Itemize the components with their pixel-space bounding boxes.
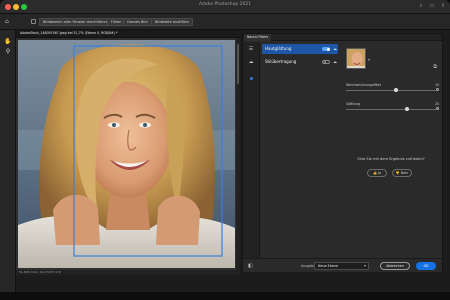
dialog-header: Neural Filters — [243, 34, 442, 41]
hand-icon[interactable]: ✋ — [4, 38, 12, 46]
feedback-no-label: Nein — [400, 171, 409, 175]
document-tab[interactable]: AdobeStock_148097467.jpeg bei 51,7% (Ebe… — [16, 30, 240, 38]
home-icon[interactable]: ⌂ — [5, 18, 13, 26]
compare-layers-icon[interactable]: ◧ — [248, 263, 254, 269]
thumbs-up-icon: 👍 — [373, 171, 378, 175]
document-tab-label: AdobeStock_148097467.jpeg bei 51,7% (Ebe… — [20, 31, 118, 35]
filter-label: Hautglättung — [265, 46, 292, 51]
all-windows-button[interactable]: Bildbereich aller Fenster durchführen — [39, 18, 112, 26]
title-bar: Adobe Photoshop 2021 ⌕ ▭ ⇪ — [0, 0, 450, 14]
filter-settings: ▾ ⧉ Weichzeichnungsfilter 15 Glättung 25… — [340, 42, 442, 266]
dialog-title: Neural Filters — [244, 34, 272, 41]
thumbnail-dropdown-icon[interactable]: ▾ — [368, 57, 370, 62]
feedback-no-button[interactable]: 👎 Nein — [392, 169, 412, 177]
right-iris — [143, 123, 147, 127]
workspace-icon[interactable]: ▭ — [429, 3, 435, 9]
neural-filters-dialog: Neural Filters ☰ ☁ Hautglättung ☁ Stilüb… — [242, 33, 443, 272]
tools-panel: ✋ ⚲ — [0, 30, 16, 292]
slider-knob[interactable] — [394, 88, 399, 92]
cloud-icon[interactable]: ☁ — [247, 58, 255, 66]
slider-value: 25 — [434, 102, 439, 106]
active-dot — [250, 77, 253, 80]
slider-track[interactable] — [346, 90, 436, 91]
share-icon[interactable]: ⇪ — [440, 3, 446, 9]
right-hand — [156, 195, 200, 245]
skin-smoothing-toggle[interactable] — [322, 47, 330, 51]
feedback-question: Sind Sie mit dem Ergebnis zufrieden? — [357, 157, 425, 161]
portrait-photo — [18, 40, 235, 268]
slider-knob[interactable] — [405, 107, 410, 111]
all-windows-checkbox[interactable] — [31, 19, 36, 24]
title-right-controls: ⌕ ▭ ⇪ — [418, 3, 446, 9]
output-preview-icon[interactable]: ⧉ — [433, 64, 437, 70]
output-select-value: Neue Ebene — [318, 264, 338, 268]
thumbs-down-icon: 👎 — [395, 171, 400, 175]
ok-button[interactable]: OK — [416, 262, 436, 270]
app-title: Adobe Photoshop 2021 — [198, 2, 252, 7]
left-iris — [112, 123, 116, 127]
feedback-yes-label: Ja — [378, 171, 381, 175]
chevron-down-icon: ▾ — [363, 263, 366, 268]
filter-item-skin-smoothing[interactable]: Hautglättung ☁ — [262, 44, 338, 54]
cancel-button[interactable]: Abbrechen — [380, 262, 410, 270]
scroll-thumb[interactable] — [237, 44, 239, 84]
slider-label: Weichzeichnungsfilter — [346, 83, 382, 87]
face-thumbnail-image — [347, 49, 365, 68]
slider-value: 15 — [434, 83, 439, 87]
slider-track[interactable] — [346, 109, 436, 110]
slider-end-marker — [436, 107, 439, 110]
filter-item-style-transfer[interactable]: Stilübertragung ☁ — [262, 57, 338, 67]
left-hand — [53, 194, 100, 245]
slider-label: Glättung — [346, 102, 360, 106]
filter-label: Stilübertragung — [265, 59, 297, 64]
cloud-icon: ☁ — [333, 46, 337, 51]
feedback-yes-button[interactable]: 👍 Ja — [367, 169, 387, 177]
status-text: 51,69% Dok: 19,0 M/37,9 M — [19, 270, 61, 274]
bottom-strip — [0, 292, 450, 300]
zoom-icon[interactable]: ⚲ — [4, 48, 12, 56]
whole-image-button[interactable]: Ganzes Bild — [123, 18, 152, 26]
slider-end-marker — [436, 88, 439, 91]
face-thumbnail[interactable] — [346, 48, 366, 69]
cloud-icon: ☁ — [333, 59, 337, 64]
canvas-vertical-scrollbar[interactable] — [236, 38, 240, 270]
photoshop-window: Adobe Photoshop 2021 ⌕ ▭ ⇪ ⌂ Bildbereich… — [0, 0, 450, 300]
canvas-area[interactable] — [16, 38, 240, 270]
output-select[interactable]: Neue Ebene ▾ — [314, 262, 369, 270]
fill-width-button[interactable]: Bildbreite ausfüllen — [151, 18, 193, 26]
dialog-footer: ◧ Ausgabe Neue Ebene ▾ Abbrechen OK — [243, 258, 442, 272]
options-bar: ⌂ Bildbereich aller Fenster durchführen … — [0, 14, 450, 30]
filter-list-icon[interactable]: ☰ — [247, 45, 255, 53]
dialog-rail: ☰ ☁ — [243, 42, 260, 266]
search-icon[interactable]: ⌕ — [418, 3, 424, 9]
status-bar: 51,69% Dok: 19,0 M/37,9 M — [16, 270, 240, 275]
style-transfer-toggle[interactable] — [322, 60, 330, 64]
